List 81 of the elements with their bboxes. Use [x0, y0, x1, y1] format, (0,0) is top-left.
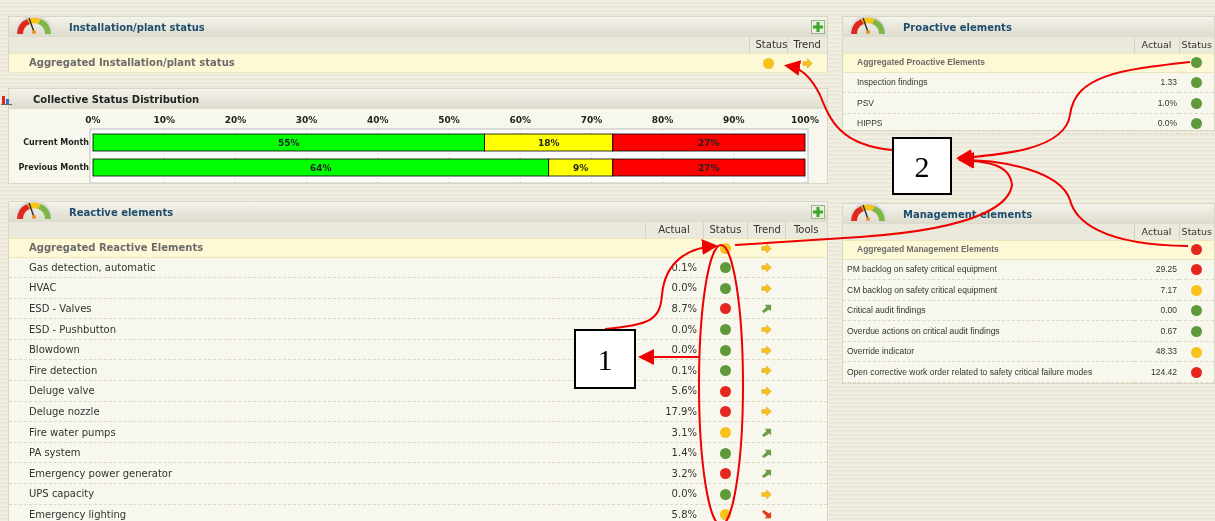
data-label: 27%: [698, 163, 720, 173]
row-label: Deluge nozzle: [9, 401, 645, 422]
row-label: Open corrective work order related to safety critical failure modes: [843, 361, 1134, 383]
table-cell: 0.1%: [645, 359, 703, 381]
axis-tick-label: 20%: [224, 115, 247, 125]
row-label: Emergency lighting: [9, 504, 645, 521]
aggregate-label: Aggregated Management Elements: [843, 240, 1134, 259]
panel-title: Collective Status Distribution: [33, 92, 200, 107]
category-label: Current Month: [23, 138, 89, 147]
panel-title: Management elements: [903, 207, 1033, 222]
table-cell: 17.9%: [645, 401, 703, 422]
column-header: Actual: [1134, 37, 1179, 53]
panel-title: Installation/plant status: [69, 20, 205, 35]
table-cell: 7.17: [1134, 279, 1179, 301]
column-header: Status: [1179, 224, 1214, 240]
column-header: Actual: [645, 222, 703, 238]
row-label: PM backlog on safety critical equipment: [843, 259, 1134, 280]
callout-box: 2: [892, 137, 952, 195]
axis-tick-label: 40%: [367, 115, 389, 125]
column-header: Actual: [1134, 224, 1179, 240]
table-cell: 0.00: [1134, 300, 1179, 321]
table-cell: 0.0%: [645, 277, 703, 299]
table-cell: 1.33: [1134, 72, 1179, 93]
data-label: 64%: [310, 163, 332, 173]
table-cell: 1.0%: [1134, 92, 1179, 114]
table-cell: 48.33: [1134, 341, 1179, 362]
axis-tick-label: 10%: [153, 115, 175, 125]
axis-tick-label: 70%: [580, 115, 603, 125]
row-label: Critical audit findings: [843, 300, 1134, 321]
table-cell: 0.0%: [645, 339, 703, 360]
table-cell: 1.4%: [645, 442, 703, 463]
add-button[interactable]: [811, 205, 825, 219]
axis-tick-label: 60%: [509, 115, 531, 125]
column-header: Trend: [787, 37, 827, 53]
table-cell: 29.25: [1134, 259, 1179, 280]
axis-tick-label: 100%: [791, 115, 819, 125]
table-cell: 5.8%: [645, 504, 703, 521]
axis-tick-label: 80%: [651, 115, 674, 125]
data-label: 18%: [537, 138, 560, 148]
row-label: HVAC: [9, 277, 645, 299]
table-cell: 0.67: [1134, 320, 1179, 342]
row-label: Gas detection, automatic: [9, 257, 645, 278]
table-cell: 3.1%: [645, 421, 703, 443]
axis-tick-label: 0%: [85, 115, 101, 125]
row-label: Inspection findings: [843, 72, 1134, 93]
table-cell: 124.42: [1134, 361, 1179, 383]
row-label: PSV: [843, 92, 1134, 114]
panel-title: Reactive elements: [69, 205, 174, 220]
row-label: Overdue actions on critical audit findings: [843, 320, 1134, 342]
bar-chart-icon: [1, 93, 13, 105]
aggregate-label: Aggregated Proactive Elements: [843, 53, 1134, 72]
data-label: 27%: [698, 138, 720, 148]
add-button[interactable]: [811, 20, 825, 34]
table-cell: 0.0%: [645, 318, 703, 340]
column-header: Status: [703, 222, 747, 238]
column-header: Status: [749, 37, 787, 53]
column-header: Tools: [785, 222, 827, 238]
column-header: Status: [1179, 37, 1214, 53]
row-label: CM backlog on safety critical equipment: [843, 279, 1134, 301]
row-label: PA system: [9, 442, 645, 463]
data-label: 9%: [573, 163, 589, 173]
data-label: 55%: [278, 138, 300, 148]
row-label: UPS capacity: [9, 483, 645, 505]
panel-title: Proactive elements: [903, 20, 1012, 35]
row-label: Override indicator: [843, 341, 1134, 362]
row-label: HIPPS: [843, 113, 1134, 134]
row-label: Fire water pumps: [9, 421, 645, 443]
table-cell: 0.0%: [1134, 113, 1179, 134]
row-label: ESD - Valves: [9, 298, 645, 319]
table-cell: 5.6%: [645, 380, 703, 402]
table-cell: 3.2%: [645, 462, 703, 484]
row-label: Emergency power generator: [9, 462, 645, 484]
aggregate-label: Aggregated Installation/plant status: [9, 53, 749, 72]
aggregate-label: Aggregated Reactive Elements: [9, 238, 645, 257]
category-label: Previous Month: [18, 163, 89, 172]
axis-tick-label: 30%: [295, 115, 318, 125]
table-cell: 8.7%: [645, 298, 703, 319]
table-cell: 0.0%: [645, 483, 703, 505]
axis-tick-label: 50%: [438, 115, 460, 125]
column-header: Trend: [747, 222, 785, 238]
axis-tick-label: 90%: [723, 115, 745, 125]
